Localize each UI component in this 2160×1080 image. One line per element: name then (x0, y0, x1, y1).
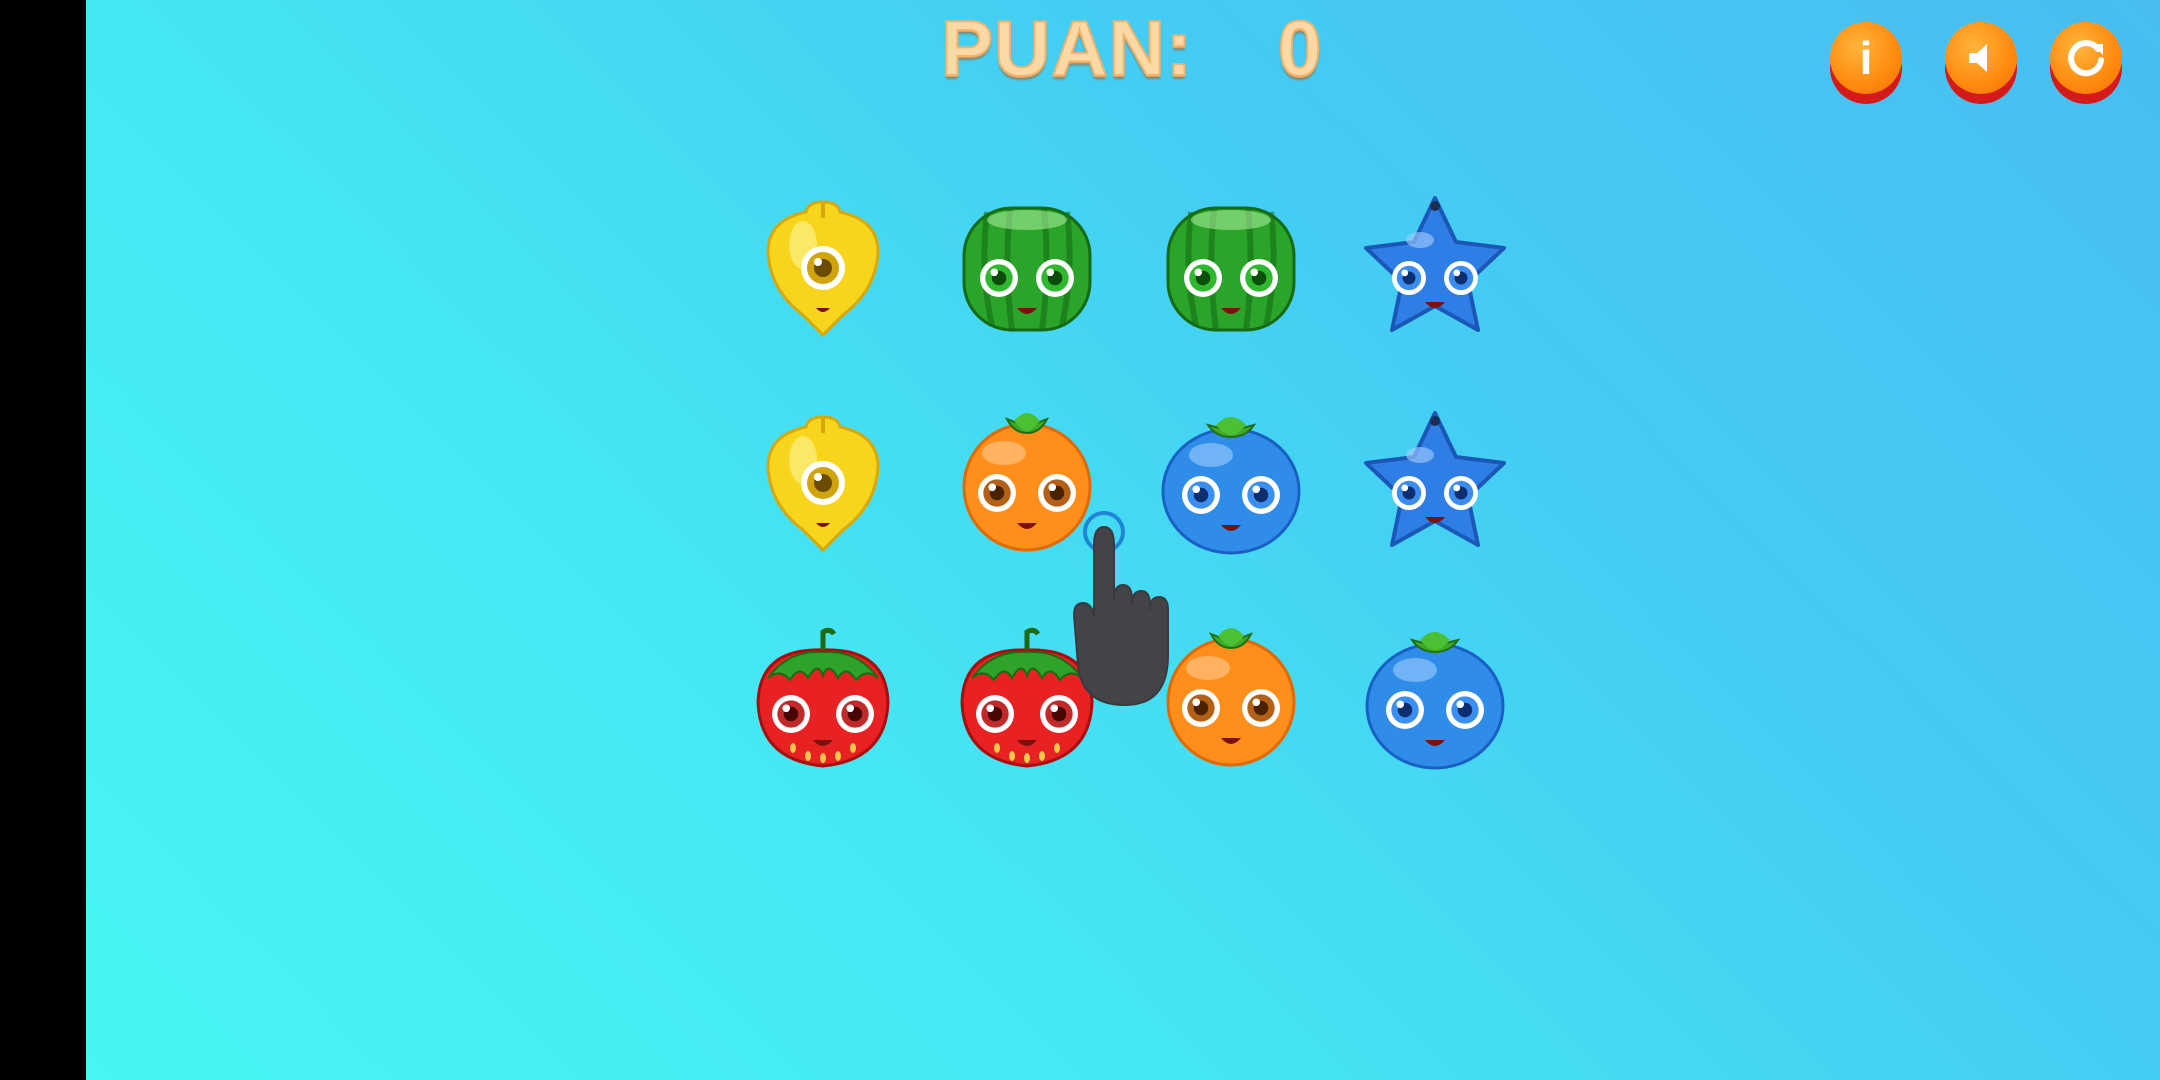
info-button[interactable]: i (1830, 22, 1902, 104)
game-area: PUAN: 0 i (86, 0, 2160, 1080)
tile-pepper-icon[interactable] (748, 190, 898, 340)
tile-strawberry-icon[interactable] (952, 620, 1102, 770)
game-screen: PUAN: 0 i (0, 0, 2160, 1080)
tile-strawberry-icon[interactable] (748, 620, 898, 770)
tile-pepper-icon[interactable] (748, 405, 898, 555)
score-label: PUAN: (940, 3, 1193, 93)
tile-blueberry-icon[interactable] (1360, 620, 1510, 770)
tile-blueberry-icon[interactable] (1156, 405, 1306, 555)
info-glyph: i (1859, 32, 1873, 84)
score-display: PUAN: 0 (940, 0, 1323, 96)
speaker-icon (1945, 22, 2017, 94)
tile-orange-icon[interactable] (952, 405, 1102, 555)
restart-button[interactable] (2050, 22, 2122, 104)
tile-watermelon-icon[interactable] (1156, 190, 1306, 340)
tile-starfruit-icon[interactable] (1360, 190, 1510, 340)
sound-button[interactable] (1945, 22, 2017, 104)
left-black-bar (0, 0, 86, 1080)
score-value: 0 (1277, 3, 1323, 93)
tile-starfruit-icon[interactable] (1360, 405, 1510, 555)
tile-orange-icon[interactable] (1156, 620, 1306, 770)
restart-icon (2050, 22, 2122, 94)
tile-watermelon-icon[interactable] (952, 190, 1102, 340)
info-icon: i (1830, 22, 1902, 94)
